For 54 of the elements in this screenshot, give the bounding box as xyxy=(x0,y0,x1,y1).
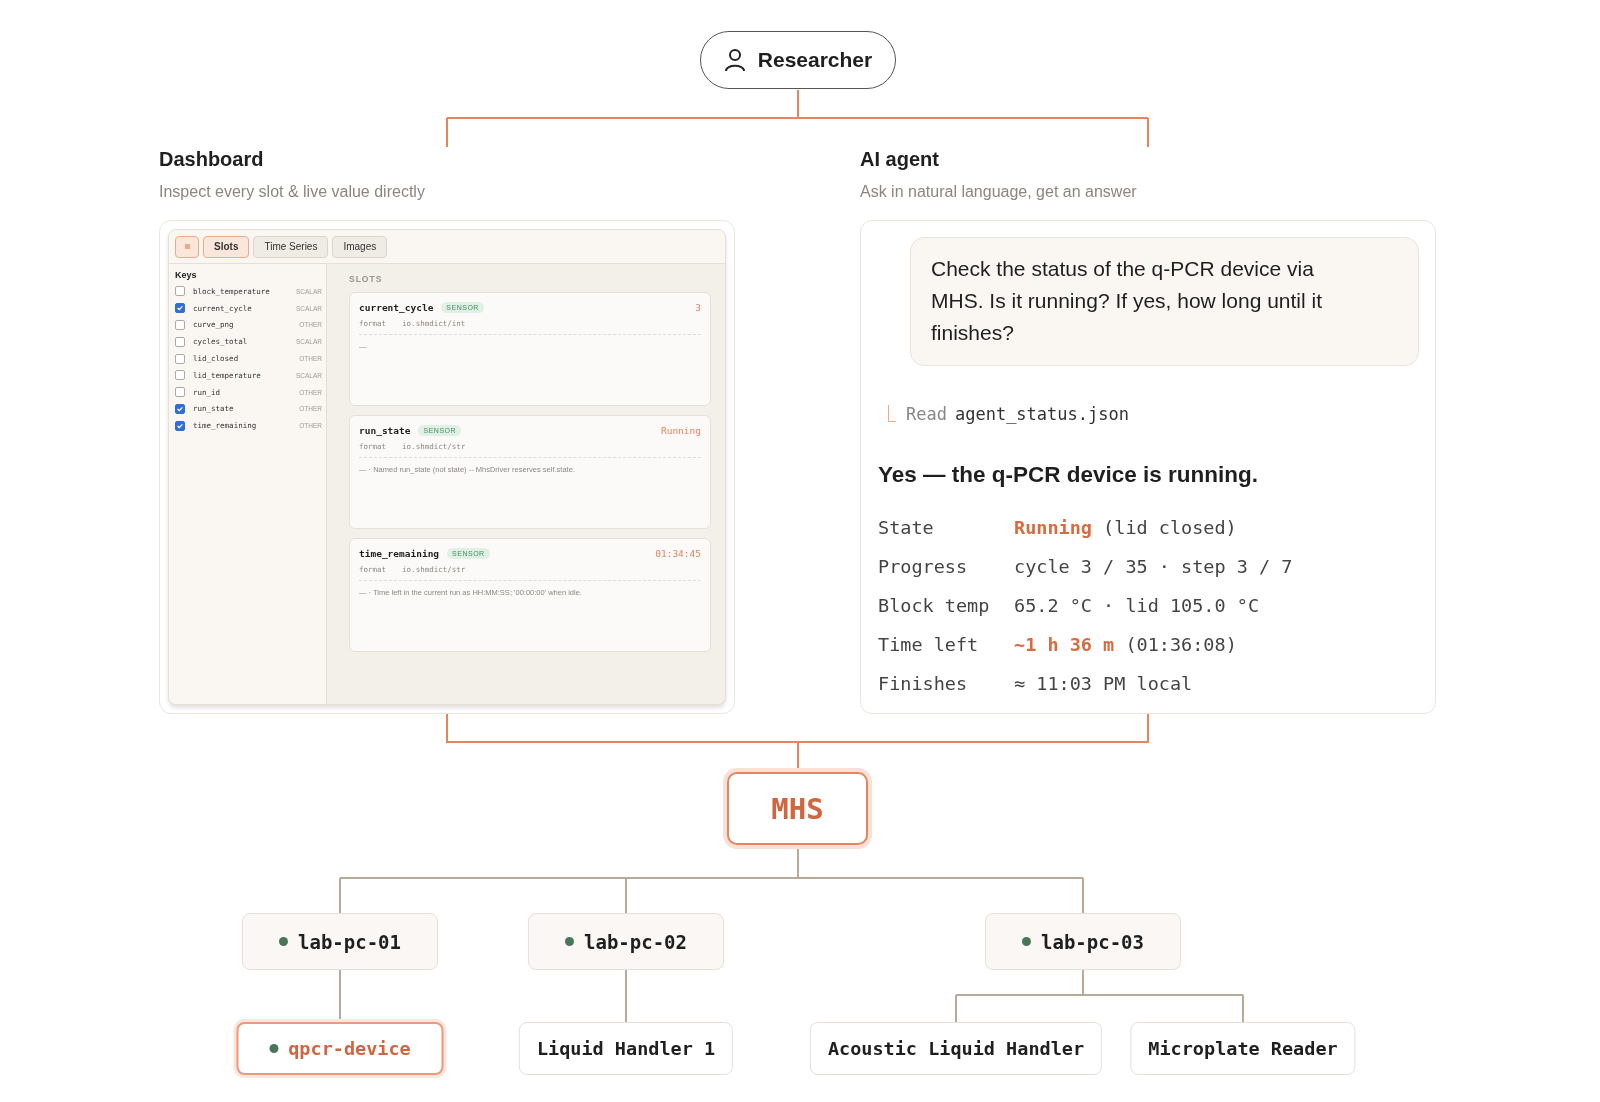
fact-label: Progress xyxy=(878,556,969,577)
checkbox[interactable] xyxy=(175,353,185,364)
tool-file: agent_status.json xyxy=(954,404,1129,424)
device-name: Acoustic Liquid Handler xyxy=(827,1038,1085,1059)
section-heading: SLOTS xyxy=(349,274,384,284)
checkbox[interactable] xyxy=(175,303,185,314)
section-title: Dashboard xyxy=(159,148,265,171)
fact-label: Time left xyxy=(878,634,980,655)
fact-value: Running (lid closed) xyxy=(1014,517,1237,538)
slot-name: time_remaining xyxy=(359,548,440,559)
checkbox[interactable] xyxy=(175,387,185,398)
fact-label: Finishes xyxy=(878,673,969,694)
fact-value: cycle 3 / 35 · step 3 / 7 xyxy=(1014,556,1293,577)
slot-value: 3 xyxy=(695,302,701,313)
status-dot xyxy=(279,937,288,946)
slot-value: 01:34:45 xyxy=(655,548,701,559)
menu-button[interactable] xyxy=(175,235,199,258)
section-title: AI agent xyxy=(860,148,940,171)
checkbox[interactable] xyxy=(175,286,185,297)
connector-line xyxy=(625,969,627,1023)
checkbox[interactable] xyxy=(175,420,185,431)
checkbox[interactable] xyxy=(175,336,185,347)
tab[interactable]: Images xyxy=(332,235,388,258)
host-name: lab-pc-02 xyxy=(584,930,687,953)
slot-value: Running xyxy=(660,425,701,436)
fact-label: State xyxy=(878,517,935,538)
tab[interactable]: Time Series xyxy=(253,235,329,258)
answer-heading: Yes — the q-PCR device is running. xyxy=(878,462,1260,488)
sidebar-heading: Keys xyxy=(175,270,198,280)
slot-name: current_cycle xyxy=(359,302,434,313)
fact-value: ~1 h 36 m (01:36:08) xyxy=(1014,634,1237,655)
device-name: Liquid Handler 1 xyxy=(536,1038,716,1059)
checkbox[interactable] xyxy=(175,403,185,414)
device-name: Microplate Reader xyxy=(1148,1038,1338,1059)
tree-branch-icon xyxy=(888,405,896,422)
node-label: Researcher xyxy=(757,48,873,72)
fact-label: Block temp xyxy=(878,595,991,616)
host-name: lab-pc-01 xyxy=(298,930,401,953)
tool-verb: Read xyxy=(906,404,947,424)
status-dot xyxy=(565,937,574,946)
section-subtitle: Ask in natural language, get an answer xyxy=(860,183,1138,201)
checkbox[interactable] xyxy=(175,370,185,381)
prompt-text: Check the status of the q-PCR device via MHS. Is it running? If yes, how long until it finishes? xyxy=(931,257,1322,344)
slot-name: run_state xyxy=(359,425,411,436)
device-name: qpcr-device xyxy=(288,1038,411,1059)
fact-value: 65.2 °C · lid 105.0 °C xyxy=(1014,595,1260,616)
section-subtitle: Inspect every slot & live value directly xyxy=(159,183,426,201)
status-dot xyxy=(1022,937,1031,946)
person-icon xyxy=(723,48,746,72)
checkbox[interactable] xyxy=(175,320,185,330)
fact-value: ≈ 11:03 PM local xyxy=(1014,673,1193,694)
host-name: lab-pc-03 xyxy=(1041,930,1144,953)
status-dot xyxy=(269,1044,279,1053)
tab[interactable]: Slots xyxy=(203,235,250,258)
